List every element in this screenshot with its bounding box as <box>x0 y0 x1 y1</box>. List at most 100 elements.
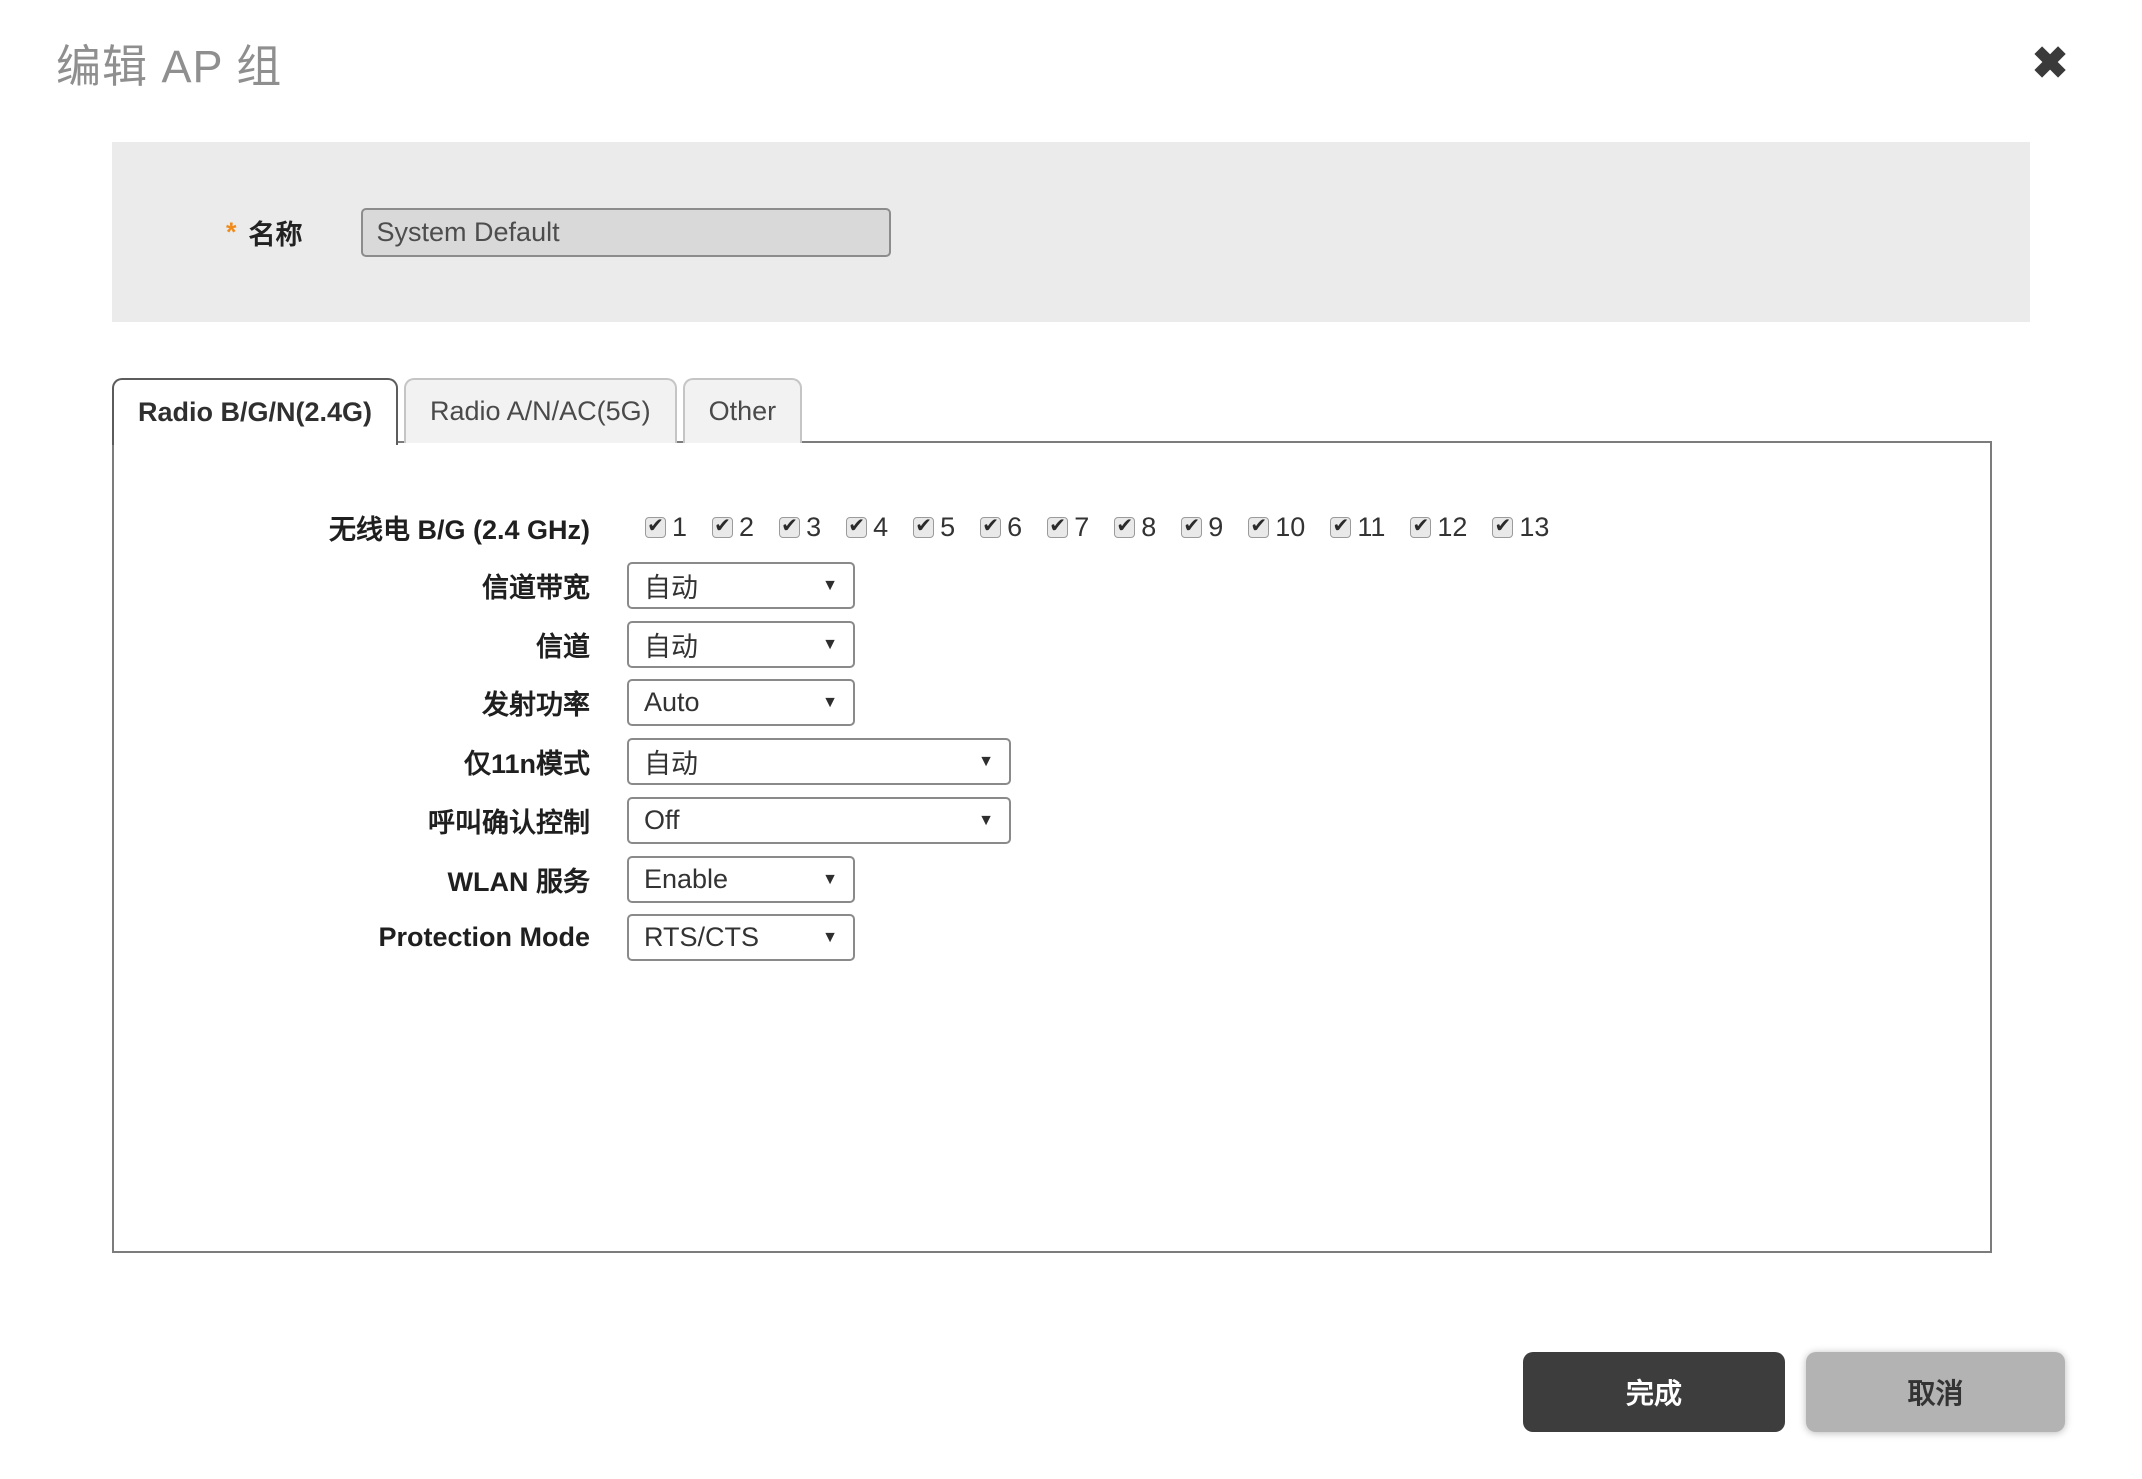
channel-checkbox-11[interactable]: ✔ 11 <box>1330 512 1385 543</box>
field-label: 信道 <box>114 625 590 664</box>
11n-only-mode-select[interactable]: 自动 ▼ <box>627 738 1011 785</box>
channel-number-label: 6 <box>1007 512 1022 543</box>
selected-value: Off <box>644 805 680 836</box>
checkbox-box: ✔ <box>1410 517 1431 538</box>
tabbar: Radio B/G/N(2.4G) Radio A/N/AC(5G) Other <box>112 378 802 443</box>
channel-checkbox-10[interactable]: ✔ 10 <box>1248 512 1305 543</box>
check-mark-icon: ✔ <box>1412 516 1429 536</box>
channel-checkbox-3[interactable]: ✔ 3 <box>779 512 821 543</box>
check-mark-icon: ✔ <box>915 516 932 536</box>
wlan-service-select[interactable]: Enable ▼ <box>627 856 855 903</box>
checkbox-box: ✔ <box>980 517 1001 538</box>
channel-checkbox-6[interactable]: ✔ 6 <box>980 512 1022 543</box>
required-asterisk: * <box>226 217 237 248</box>
channel-number-label: 2 <box>739 512 754 543</box>
done-button[interactable]: 完成 <box>1523 1352 1785 1432</box>
channel-number-label: 11 <box>1357 512 1385 543</box>
selected-value: RTS/CTS <box>644 922 759 953</box>
name-row: * 名称 <box>112 207 2030 257</box>
check-mark-icon: ✔ <box>982 516 999 536</box>
field-row: 发射功率 Auto ▼ <box>114 679 855 726</box>
field-label: 仅11n模式 <box>114 742 590 781</box>
channel-number-label: 12 <box>1437 512 1467 543</box>
channel-number-label: 5 <box>940 512 955 543</box>
checkbox-box: ✔ <box>1114 517 1135 538</box>
channel-checkbox-5[interactable]: ✔ 5 <box>913 512 955 543</box>
channel-checkbox-list: ✔ 1 ✔ 2 ✔ 3 ✔ 4 ✔ 5 ✔ 6 ✔ 7 ✔ 8 ✔ 9 ✔ 10… <box>645 512 1549 543</box>
check-mark-icon: ✔ <box>647 516 664 536</box>
field-row: WLAN 服务 Enable ▼ <box>114 856 855 903</box>
check-mark-icon: ✔ <box>848 516 865 536</box>
field-row: 信道带宽 自动 ▼ <box>114 562 855 609</box>
selected-value: 自动 <box>644 742 698 781</box>
channel-checkbox-8[interactable]: ✔ 8 <box>1114 512 1156 543</box>
tab-radio-anac-5g[interactable]: Radio A/N/AC(5G) <box>404 378 677 443</box>
channel-checkbox-1[interactable]: ✔ 1 <box>645 512 687 543</box>
tab-other[interactable]: Other <box>683 378 803 443</box>
check-mark-icon: ✔ <box>1116 516 1133 536</box>
field-label: 信道带宽 <box>114 566 590 605</box>
radio-settings-panel: 无线电 B/G (2.4 GHz) ✔ 1 ✔ 2 ✔ 3 ✔ 4 ✔ 5 ✔ … <box>112 441 1992 1253</box>
channel-checkbox-7[interactable]: ✔ 7 <box>1047 512 1089 543</box>
selected-value: 自动 <box>644 625 698 664</box>
channel-number-label: 3 <box>806 512 821 543</box>
dropdown-arrow-icon: ▼ <box>822 871 838 889</box>
dropdown-arrow-icon: ▼ <box>978 812 994 830</box>
channels-row: 无线电 B/G (2.4 GHz) ✔ 1 ✔ 2 ✔ 3 ✔ 4 ✔ 5 ✔ … <box>114 505 1549 549</box>
checkbox-box: ✔ <box>1492 517 1513 538</box>
channel-select[interactable]: 自动 ▼ <box>627 621 855 668</box>
selected-value: Enable <box>644 864 728 895</box>
selected-value: Auto <box>644 687 700 718</box>
channel-number-label: 13 <box>1519 512 1549 543</box>
channel-checkbox-2[interactable]: ✔ 2 <box>712 512 754 543</box>
checkbox-box: ✔ <box>1248 517 1269 538</box>
field-label: 发射功率 <box>114 683 590 722</box>
checkbox-box: ✔ <box>1181 517 1202 538</box>
protection-mode-select[interactable]: RTS/CTS ▼ <box>627 914 855 961</box>
dropdown-arrow-icon: ▼ <box>822 929 838 947</box>
channel-bandwidth-select[interactable]: 自动 ▼ <box>627 562 855 609</box>
checkbox-box: ✔ <box>1330 517 1351 538</box>
check-mark-icon: ✔ <box>1332 516 1349 536</box>
checkbox-box: ✔ <box>779 517 800 538</box>
channel-checkbox-4[interactable]: ✔ 4 <box>846 512 888 543</box>
check-mark-icon: ✔ <box>1049 516 1066 536</box>
field-row: 仅11n模式 自动 ▼ <box>114 738 1011 785</box>
check-mark-icon: ✔ <box>1495 516 1512 536</box>
checkbox-box: ✔ <box>913 517 934 538</box>
field-label: 呼叫确认控制 <box>114 801 590 840</box>
close-icon[interactable]: ✖ <box>2018 32 2082 96</box>
checkbox-box: ✔ <box>712 517 733 538</box>
channel-number-label: 10 <box>1275 512 1305 543</box>
channel-checkbox-13[interactable]: ✔ 13 <box>1492 512 1549 543</box>
channel-number-label: 7 <box>1074 512 1089 543</box>
channel-checkbox-9[interactable]: ✔ 9 <box>1181 512 1223 543</box>
selected-value: 自动 <box>644 566 698 605</box>
name-input[interactable] <box>361 208 891 257</box>
tab-radio-bgn-2-4g[interactable]: Radio B/G/N(2.4G) <box>112 378 398 445</box>
checkbox-box: ✔ <box>846 517 867 538</box>
channel-number-label: 1 <box>672 512 687 543</box>
name-label: 名称 <box>249 213 303 252</box>
name-section: * 名称 <box>112 142 2030 322</box>
call-admission-control-select[interactable]: Off ▼ <box>627 797 1011 844</box>
dropdown-arrow-icon: ▼ <box>822 636 838 654</box>
channel-number-label: 4 <box>873 512 888 543</box>
dropdown-arrow-icon: ▼ <box>822 577 838 595</box>
field-row: 呼叫确认控制 Off ▼ <box>114 797 1011 844</box>
check-mark-icon: ✔ <box>1183 516 1200 536</box>
tx-power-select[interactable]: Auto ▼ <box>627 679 855 726</box>
dropdown-arrow-icon: ▼ <box>822 694 838 712</box>
channel-checkbox-12[interactable]: ✔ 12 <box>1410 512 1467 543</box>
dialog-title: 编辑 AP 组 <box>56 30 282 95</box>
channel-number-label: 8 <box>1141 512 1156 543</box>
field-row: Protection Mode RTS/CTS ▼ <box>114 914 855 961</box>
channels-label: 无线电 B/G (2.4 GHz) <box>114 508 590 547</box>
check-mark-icon: ✔ <box>781 516 798 536</box>
checkbox-box: ✔ <box>1047 517 1068 538</box>
checkbox-box: ✔ <box>645 517 666 538</box>
cancel-button[interactable]: 取消 <box>1806 1352 2065 1432</box>
channel-number-label: 9 <box>1208 512 1223 543</box>
field-row: 信道 自动 ▼ <box>114 621 855 668</box>
check-mark-icon: ✔ <box>714 516 731 536</box>
